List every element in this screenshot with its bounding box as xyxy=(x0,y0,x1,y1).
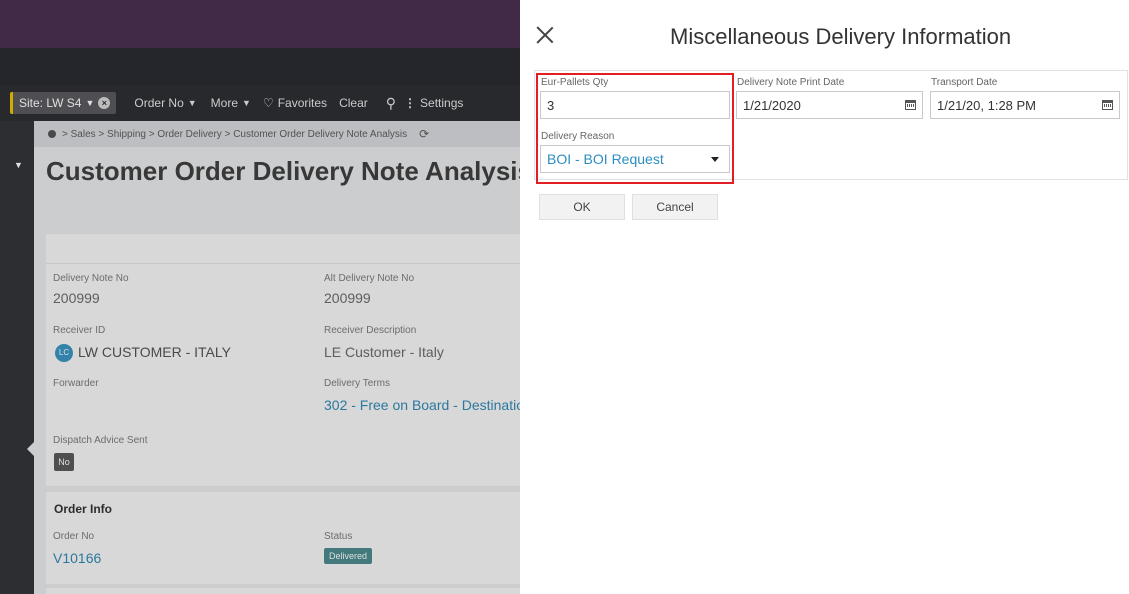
more-menu[interactable]: More ▼ xyxy=(211,96,251,110)
order-no-menu-label: Order No xyxy=(134,96,184,110)
chevron-down-icon[interactable]: ▼ xyxy=(14,160,23,170)
left-navigation-rail xyxy=(0,121,34,594)
home-icon[interactable] xyxy=(48,130,56,138)
settings-label: Settings xyxy=(420,96,464,110)
chevron-down-icon xyxy=(711,156,719,162)
delivery-reason-select[interactable]: BOI - BOI Request xyxy=(540,145,730,173)
chevron-down-icon: ▼ xyxy=(187,98,197,108)
chevron-down-icon[interactable]: ▼ xyxy=(85,98,94,108)
card-header xyxy=(46,234,520,264)
transport-date-label: Transport Date xyxy=(931,77,998,88)
alt-delivery-note-no-value: 200999 xyxy=(324,290,371,306)
search-button[interactable]: ⚲ xyxy=(386,95,396,112)
breadcrumb-path[interactable]: > Sales > Shipping > Order Delivery > Cu… xyxy=(62,129,407,140)
status-badge: Delivered xyxy=(324,548,373,564)
cancel-button[interactable]: Cancel xyxy=(632,194,718,220)
page-title: Customer Order Delivery Note Analysis xyxy=(46,156,532,186)
order-no-label: Order No xyxy=(53,531,95,542)
site-filter-pill[interactable]: Site: LW S4 ▼ × xyxy=(10,92,117,114)
calendar-icon[interactable] xyxy=(1102,100,1113,110)
delivery-terms-label: Delivery Terms xyxy=(324,378,390,389)
receiver-description-label: Receiver Description xyxy=(324,325,417,336)
search-icon: ⚲ xyxy=(385,94,397,111)
clear-label: Clear xyxy=(339,96,368,110)
refresh-icon[interactable]: ⟳ xyxy=(419,127,429,141)
receiver-id-label: Receiver ID xyxy=(53,325,106,336)
close-icon[interactable] xyxy=(534,24,556,46)
delivery-terms-link[interactable]: 302 - Free on Board - Destination xyxy=(324,397,532,413)
site-filter-label: Site: LW S4 xyxy=(19,96,82,110)
favorites-label: Favorites xyxy=(277,96,328,110)
remove-filter-icon[interactable]: × xyxy=(98,97,111,109)
delivery-reason-value: BOI - BOI Request xyxy=(547,151,664,167)
kebab-menu-icon: ⋮ xyxy=(404,96,417,110)
receiver-id-value[interactable]: LW CUSTOMER - ITALY xyxy=(78,344,231,360)
order-no-link[interactable]: V10166 xyxy=(53,550,101,566)
dispatch-advice-label: Dispatch Advice Sent xyxy=(53,435,148,446)
breadcrumb: > Sales > Shipping > Order Delivery > Cu… xyxy=(34,121,520,147)
calendar-icon[interactable] xyxy=(905,100,916,110)
more-menu-label: More xyxy=(210,96,239,110)
delivery-reason-label: Delivery Reason xyxy=(541,131,615,142)
delivery-note-no-label: Delivery Note No xyxy=(53,273,129,284)
background-app: Site: LW S4 ▼ × Order No ▼ More ▼ ♡ Favo… xyxy=(0,0,532,594)
panel-pointer xyxy=(27,440,36,458)
settings-button[interactable]: ⋮ Settings xyxy=(404,96,463,110)
receiver-description-value: LE Customer - Italy xyxy=(324,344,444,360)
eur-pallets-value: 3 xyxy=(547,97,555,113)
transport-date-field[interactable]: 1/21/20, 1:28 PM xyxy=(930,91,1120,119)
top-banner xyxy=(0,0,520,48)
favorites-button[interactable]: ♡ Favorites xyxy=(263,96,327,110)
clear-button[interactable]: Clear xyxy=(339,96,368,110)
status-label: Status xyxy=(324,531,353,542)
order-info-card: Order Info Order No V10166 Status Delive… xyxy=(46,492,520,584)
misc-delivery-info-dialog: Miscellaneous Delivery Information Eur-P… xyxy=(520,0,1129,594)
forwarder-label: Forwarder xyxy=(53,378,99,389)
order-info-title: Order Info xyxy=(54,502,113,516)
next-card xyxy=(46,588,520,594)
alt-delivery-note-no-label: Alt Delivery Note No xyxy=(324,273,415,284)
dispatch-advice-badge: No xyxy=(54,453,74,471)
chevron-down-icon: ▼ xyxy=(242,98,251,108)
eur-pallets-label: Eur-Pallets Qty xyxy=(541,77,609,88)
print-date-field[interactable]: 1/21/2020 xyxy=(736,91,923,119)
command-bar: Site: LW S4 ▼ × Order No ▼ More ▼ ♡ Favo… xyxy=(0,85,520,121)
delivery-note-no-value: 200999 xyxy=(53,290,100,306)
dialog-title: Miscellaneous Delivery Information xyxy=(670,24,1012,49)
navigation-bar xyxy=(0,48,520,85)
print-date-label: Delivery Note Print Date xyxy=(737,77,845,88)
eur-pallets-field[interactable]: 3 xyxy=(540,91,730,119)
print-date-value: 1/21/2020 xyxy=(743,97,801,113)
delivery-note-details-card: Delivery Note No 200999 Alt Delivery Not… xyxy=(46,234,532,486)
heart-icon: ♡ xyxy=(262,96,274,110)
avatar: LC xyxy=(55,344,73,362)
order-no-menu[interactable]: Order No ▼ xyxy=(134,96,196,110)
transport-date-value: 1/21/20, 1:28 PM xyxy=(937,97,1037,113)
ok-button[interactable]: OK xyxy=(539,194,625,220)
